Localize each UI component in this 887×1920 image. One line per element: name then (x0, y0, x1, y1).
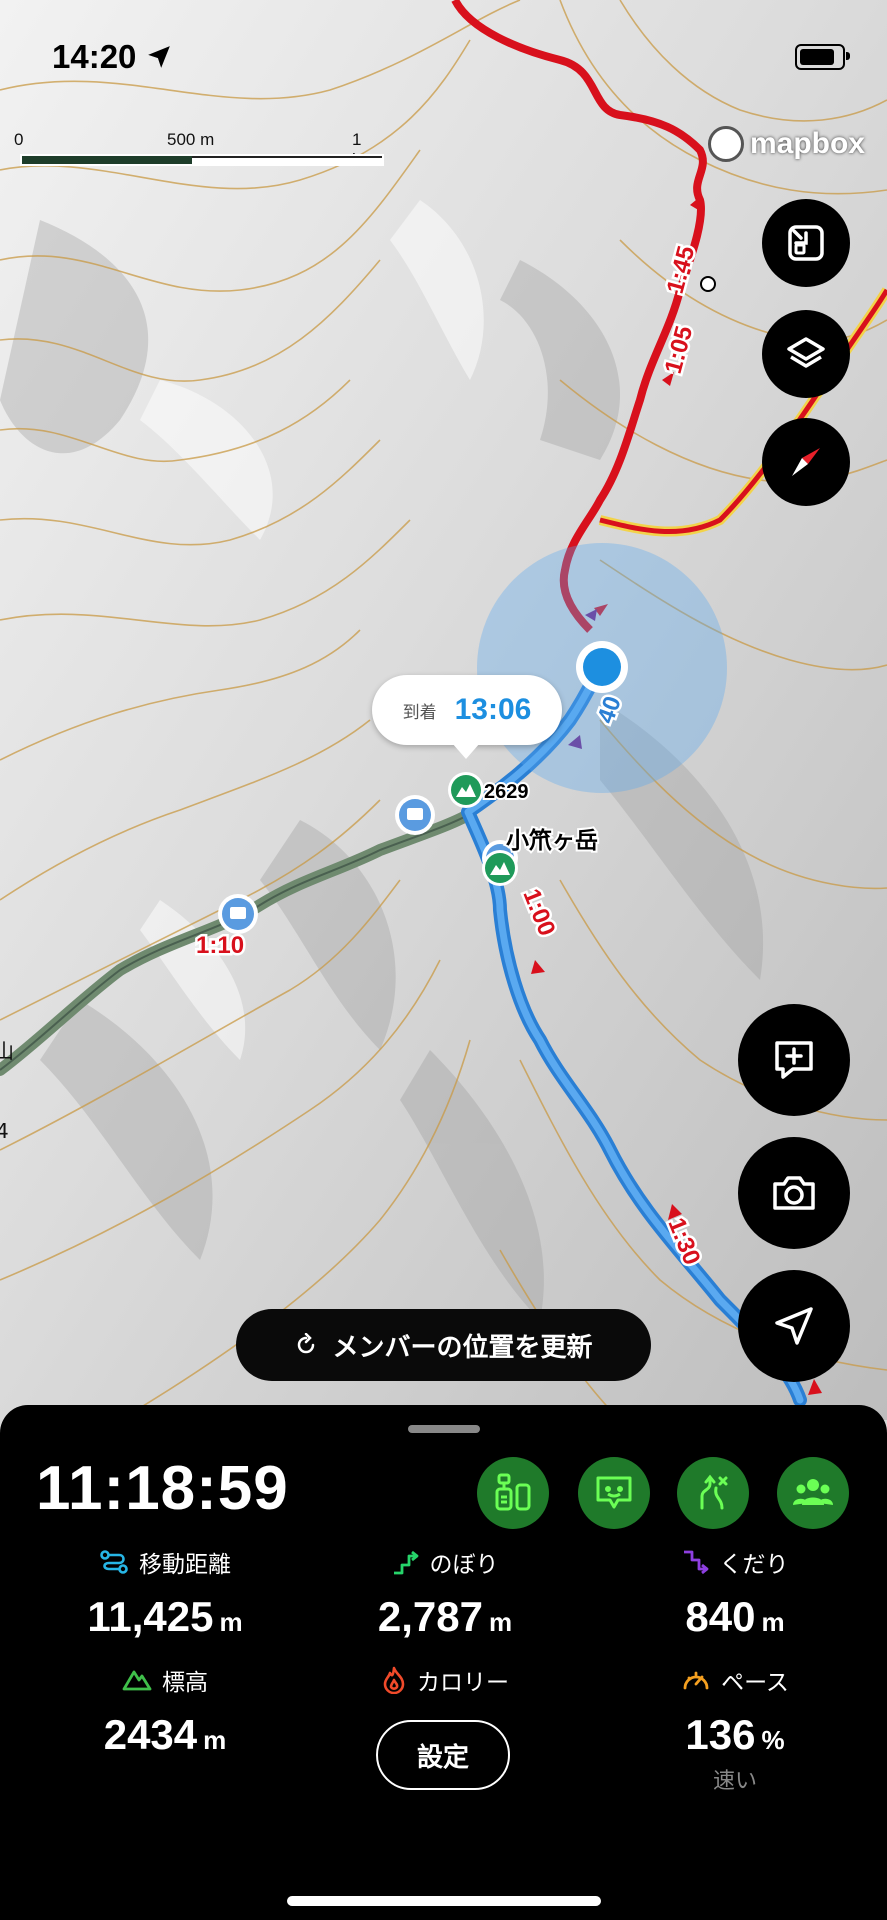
layers-button[interactable] (762, 310, 850, 398)
location-arrow-icon (148, 46, 171, 68)
panel-drag-handle[interactable] (408, 1425, 480, 1433)
descent-icon (683, 1550, 708, 1575)
peak-name: 小笊ヶ岳 (506, 827, 598, 854)
mapbox-wordmark: mapbox (749, 127, 865, 160)
arrival-time-callout[interactable]: 到着 13:06 (372, 675, 562, 759)
status-time: 14:20 (52, 38, 137, 75)
status-bar: 14:20 (52, 38, 172, 76)
navigation-arrow-icon (775, 1307, 813, 1345)
stat-unit: % (761, 1725, 785, 1755)
peak-marker[interactable] (448, 772, 484, 808)
stat-unit: m (203, 1725, 227, 1755)
mapbox-logo[interactable]: mapbox (707, 126, 865, 162)
compass-button[interactable] (762, 418, 850, 506)
pace-note: 速い (712, 1769, 757, 1794)
scale-label: 0 (14, 130, 24, 149)
speedometer-icon (683, 1671, 709, 1690)
add-comment-icon (775, 1041, 813, 1079)
stat-elevation: 標高 2434 m (20, 1663, 310, 1759)
add-comment-button[interactable] (738, 1004, 850, 1116)
home-indicator[interactable] (287, 1896, 601, 1906)
comment-marker[interactable] (395, 795, 435, 835)
stat-label: のぼり (429, 1552, 499, 1578)
camera-button[interactable] (738, 1137, 850, 1249)
fit-view-icon (788, 225, 824, 261)
peak-marker[interactable] (482, 850, 518, 886)
stat-value: 11,425 (87, 1593, 214, 1640)
stat-pace: ペース 136% 速い (590, 1663, 880, 1795)
peak-elevation: 2629 (484, 781, 529, 803)
camera-icon (773, 1176, 815, 1210)
refresh-member-location-button[interactable]: メンバーの位置を更新 (236, 1309, 651, 1381)
checkpoint-button[interactable] (477, 1457, 549, 1529)
battery-icon (795, 44, 850, 70)
speech-button[interactable] (578, 1457, 650, 1529)
stat-value: 840 (685, 1593, 756, 1640)
group-button[interactable] (777, 1457, 849, 1529)
ascent-icon (393, 1550, 418, 1575)
elapsed-time: 11:18:59 (36, 1454, 289, 1523)
route-icon (700, 1474, 728, 1510)
edge-label: 4 (0, 1119, 9, 1143)
arrival-label: 到着 (402, 702, 437, 723)
refresh-icon (298, 1333, 315, 1354)
stat-label: くだり (719, 1552, 789, 1578)
scale-label: 500 m (167, 130, 215, 149)
stat-distance: 移動距離 11,425 m (20, 1545, 310, 1641)
stat-label: カロリー (417, 1670, 509, 1696)
fit-view-button[interactable] (762, 199, 850, 287)
calorie-settings-button[interactable]: 設定 (376, 1720, 510, 1790)
stat-value: 136 (685, 1711, 756, 1758)
group-icon (793, 1479, 833, 1505)
stat-label: 移動距離 (139, 1552, 231, 1578)
arrival-time: 13:06 (454, 693, 532, 726)
mapbox-icon (707, 126, 744, 162)
stat-unit: m (488, 1607, 513, 1637)
route-button[interactable] (677, 1457, 749, 1529)
route-time-label: 1:10 (196, 932, 244, 959)
speech-bubble-icon (596, 1476, 632, 1509)
stat-unit: m (761, 1607, 785, 1637)
activity-panel: 11:18:59 移動距離 11,425 m のぼり 2,787 m くだり 840… (0, 1405, 887, 1920)
mountain-icon (122, 1670, 152, 1691)
stat-value: 2,787 (377, 1593, 483, 1640)
comment-marker[interactable] (218, 894, 258, 934)
checkpoint-icon (495, 1473, 531, 1511)
layers-icon (787, 337, 825, 368)
current-location-button[interactable] (738, 1270, 850, 1382)
flame-icon (383, 1666, 405, 1694)
edge-label: 山 (0, 1039, 14, 1063)
compass-icon (792, 448, 820, 476)
stat-ascent: のぼり 2,787 m (300, 1545, 590, 1641)
stat-label: 標高 (162, 1670, 208, 1696)
stat-unit: m (219, 1607, 243, 1637)
stat-calories: カロリー (300, 1663, 590, 1697)
stat-value: 2434 (103, 1711, 198, 1758)
refresh-label: メンバーの位置を更新 (332, 1332, 593, 1363)
stat-descent: くだり 840 m (590, 1545, 880, 1641)
stat-label: ペース (721, 1670, 789, 1696)
distance-icon (100, 1550, 128, 1574)
